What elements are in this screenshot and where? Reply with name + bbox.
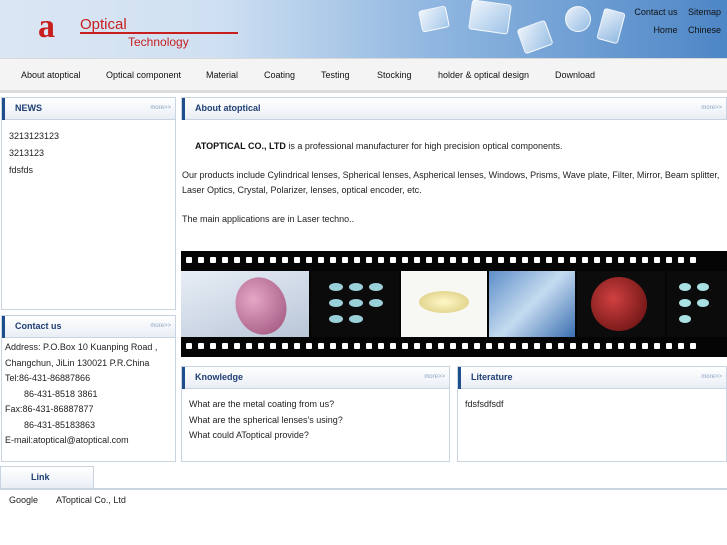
news-title: NEWS <box>15 103 42 113</box>
chinese-link[interactable]: Chinese <box>688 25 721 35</box>
optics-decoration <box>596 7 626 45</box>
knowledge-more-link[interactable]: more>> <box>424 374 445 380</box>
sitemap-link[interactable]: Sitemap <box>688 7 721 17</box>
contact-address-2: Changchun, JiLin 130021 P.R.China <box>5 357 150 368</box>
products-text: Our products include Cylindrical lenses,… <box>182 170 720 195</box>
top-links: Contact us Sitemap Home Chinese <box>626 3 721 39</box>
lens-image <box>227 270 295 342</box>
contact-details: Address: P.O.Box 10 Kuanping Road , Chan… <box>2 338 175 451</box>
logo-underline <box>80 32 238 34</box>
optics-decoration <box>468 0 512 35</box>
link-atoptical[interactable]: AToptical Co., Ltd <box>56 495 126 505</box>
logo-text-optical: Optical <box>80 16 127 33</box>
link-list: Google AToptical Co., Ltd <box>9 495 142 505</box>
knowledge-item[interactable]: What are the metal coating from us? <box>189 397 442 413</box>
film-holes-bottom <box>181 343 727 351</box>
optics-decoration <box>418 5 450 33</box>
knowledge-title: Knowledge <box>195 372 244 382</box>
link-google[interactable]: Google <box>9 495 38 505</box>
about-more-link[interactable]: more>> <box>701 105 722 111</box>
product-image-lens-array <box>311 271 399 337</box>
about-header: About atoptical more>> <box>182 98 726 120</box>
logo-mark: a <box>38 8 55 45</box>
contact-tel-2: 86-431-8518 3861 <box>24 388 98 399</box>
site-header: a Optical Technology Contact us Sitemap … <box>0 0 727 58</box>
about-panel: About atoptical more>> <box>181 97 727 120</box>
contact-email[interactable]: E-mail:atoptical@atoptical.com <box>5 433 172 449</box>
news-list: 3213123123 3213123 fdsfds <box>2 120 175 187</box>
optics-decoration <box>565 6 591 32</box>
main-nav: About atoptical Optical component Materi… <box>0 58 727 93</box>
link-tab: Link <box>0 466 94 488</box>
literature-item[interactable]: fdsfsdfsdf <box>465 397 719 413</box>
nav-holder-design[interactable]: holder & optical design <box>438 70 529 80</box>
contact-fax-2: 86-431-85183863 <box>24 419 96 430</box>
company-intro: is a professional manufacturer for high … <box>285 141 563 151</box>
knowledge-panel: Knowledge more>> What are the metal coat… <box>181 366 450 462</box>
company-name: ATOPTICAL CO., LTD <box>195 141 286 151</box>
literature-title: Literature <box>471 372 513 382</box>
product-image-cylinder <box>489 271 575 337</box>
home-link[interactable]: Home <box>653 25 677 35</box>
nav-testing[interactable]: Testing <box>321 70 350 80</box>
optics-decoration <box>516 19 554 55</box>
literature-more-link[interactable]: more>> <box>701 374 722 380</box>
link-title: Link <box>31 472 50 482</box>
nav-download[interactable]: Download <box>555 70 595 80</box>
contact-fax: Fax:86-431-86887877 <box>5 404 94 414</box>
product-image-lens-array-2 <box>667 271 727 337</box>
knowledge-item[interactable]: What could AToptical provide? <box>189 428 442 444</box>
literature-header: Literature more>> <box>458 367 726 389</box>
product-image-prism <box>181 270 309 342</box>
product-image-window <box>401 271 487 337</box>
news-panel: NEWS more>> 3213123123 3213123 fdsfds <box>1 97 176 310</box>
nav-stocking[interactable]: Stocking <box>377 70 412 80</box>
applications-text: The main applications are in Laser techn… <box>182 214 355 224</box>
contact-us-link[interactable]: Contact us <box>634 7 677 17</box>
nav-about[interactable]: About atoptical <box>21 70 81 80</box>
contact-tel: Tel:86-431-86887866 <box>5 373 91 383</box>
news-item[interactable]: fdsfds <box>9 162 168 179</box>
product-image-filter <box>577 271 665 337</box>
logo[interactable]: a <box>38 9 78 45</box>
logo-text-technology: Technology <box>128 35 189 49</box>
film-holes-top <box>181 257 727 265</box>
product-filmstrip <box>181 251 727 357</box>
nav-coating[interactable]: Coating <box>264 70 295 80</box>
contact-panel: Contact us more>> Address: P.O.Box 10 Ku… <box>1 315 176 462</box>
news-more-link[interactable]: more>> <box>150 105 171 111</box>
contact-more-link[interactable]: more>> <box>150 323 171 329</box>
contact-title: Contact us <box>15 321 62 331</box>
knowledge-item[interactable]: What are the spherical lenses's using? <box>189 413 442 429</box>
literature-panel: Literature more>> fdsfsdfsdf <box>457 366 727 462</box>
knowledge-list: What are the metal coating from us? What… <box>182 389 449 452</box>
nav-material[interactable]: Material <box>206 70 238 80</box>
nav-optical-component[interactable]: Optical component <box>106 70 181 80</box>
news-item[interactable]: 3213123123 <box>9 128 168 145</box>
contact-header: Contact us more>> <box>2 316 175 338</box>
news-header: NEWS more>> <box>2 98 175 120</box>
about-content: ATOPTICAL CO., LTD is a professional man… <box>182 139 722 241</box>
about-title: About atoptical <box>195 103 261 113</box>
news-item[interactable]: 3213123 <box>9 145 168 162</box>
literature-list: fdsfsdfsdf <box>458 389 726 421</box>
knowledge-header: Knowledge more>> <box>182 367 449 389</box>
contact-address-1: Address: P.O.Box 10 Kuanping Road , <box>5 342 158 352</box>
link-divider <box>0 488 727 490</box>
